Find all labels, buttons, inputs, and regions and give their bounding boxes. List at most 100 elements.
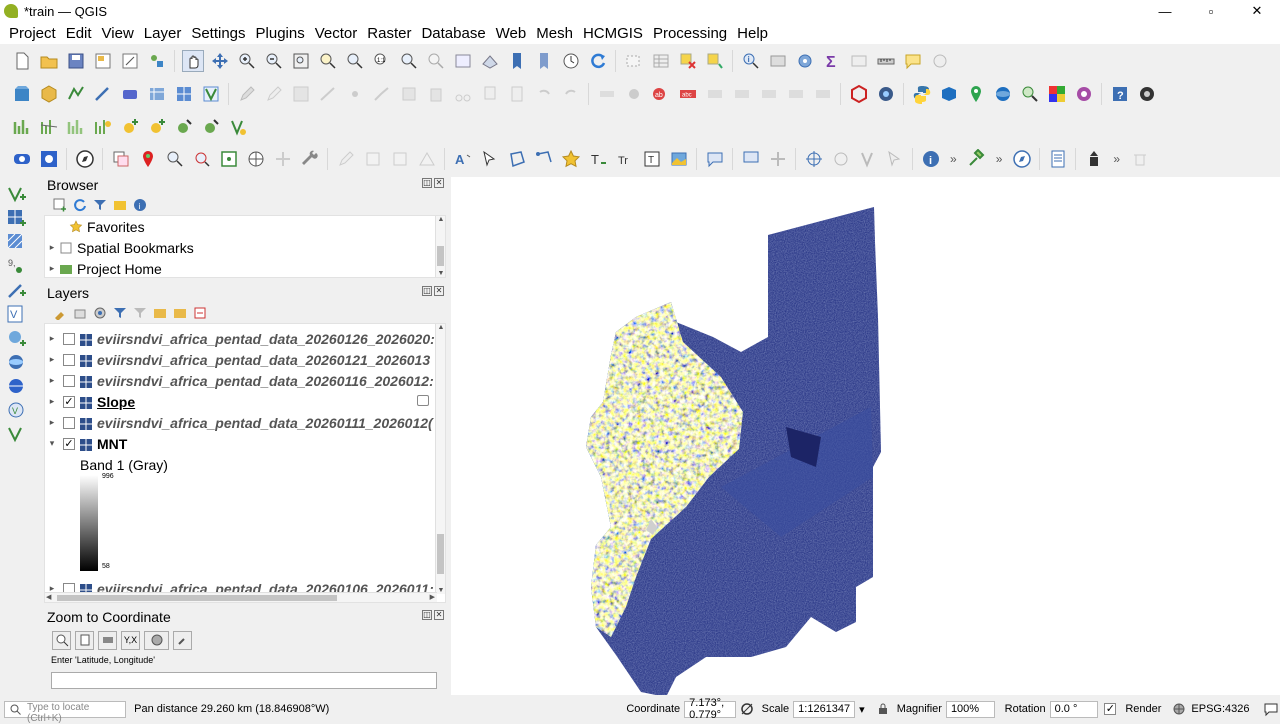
add-virtual-layer-icon[interactable]: V — [5, 303, 27, 324]
browser-favorites[interactable]: Favorites — [45, 216, 445, 237]
tool-hammer-icon[interactable] — [965, 148, 987, 170]
deselect-icon[interactable] — [677, 50, 699, 72]
zoom-box-icon[interactable] — [191, 148, 213, 170]
toolbox-icon[interactable] — [767, 50, 789, 72]
map-canvas[interactable] — [451, 177, 1280, 695]
add-ring-icon[interactable] — [362, 148, 384, 170]
zoom-out-icon[interactable] — [263, 50, 285, 72]
style-manager-icon[interactable] — [146, 50, 168, 72]
text-transform-icon[interactable]: Tr — [614, 148, 636, 170]
annotation-tool-icon[interactable] — [704, 148, 726, 170]
show-bookmarks-icon[interactable] — [533, 50, 555, 72]
label-pin-icon[interactable] — [623, 83, 645, 105]
layer-row[interactable]: ▸ eviirsndvi_africa_pentad_data_20260121… — [45, 349, 445, 370]
attribute-table-icon[interactable] — [650, 50, 672, 72]
expand-arrow-icon[interactable]: ▸ — [45, 375, 59, 386]
disabled-tool-icon[interactable] — [1129, 148, 1151, 170]
digitize-line-icon[interactable] — [317, 83, 339, 105]
zoom-to-layer-icon[interactable] — [344, 50, 366, 72]
menu-edit[interactable]: Edit — [61, 25, 97, 42]
zoom-to-selection-icon[interactable] — [317, 50, 339, 72]
zoom-last-icon[interactable] — [398, 50, 420, 72]
data-source-manager-icon[interactable] — [11, 83, 33, 105]
expand-arrow-icon[interactable]: ▸ — [45, 333, 59, 344]
layer-visibility-checkbox[interactable]: ✓ — [63, 437, 75, 450]
chart-tool-icon[interactable] — [92, 116, 114, 138]
menu-settings[interactable]: Settings — [186, 25, 250, 42]
paste-features-icon[interactable] — [506, 83, 528, 105]
plugin-grid-icon[interactable] — [38, 148, 60, 170]
magnifier-field[interactable]: 100% — [945, 700, 995, 718]
scale-field[interactable]: 1:1261347 — [793, 700, 856, 718]
close-panel-button[interactable]: ✕ — [434, 610, 444, 620]
minimize-button[interactable]: — — [1142, 0, 1188, 22]
save-project-icon[interactable] — [65, 50, 87, 72]
add-mesh-layer-icon[interactable] — [5, 231, 27, 252]
scale-dropdown-icon[interactable]: ▾ — [859, 703, 865, 716]
point-move-icon[interactable] — [200, 116, 222, 138]
vertex-add-icon[interactable] — [227, 116, 249, 138]
copy-layer-icon[interactable] — [110, 148, 132, 170]
collapse-all-layers-icon[interactable] — [172, 305, 188, 321]
upload-icon[interactable] — [1083, 148, 1105, 170]
layers-hscrollbar[interactable]: ◀ ▶ — [45, 592, 437, 602]
add-vector-icon[interactable] — [200, 83, 222, 105]
more-tools-2-icon[interactable]: » — [996, 152, 1003, 166]
new-print-layout-icon[interactable] — [92, 50, 114, 72]
digitize-poly-icon[interactable] — [335, 148, 357, 170]
browser-scrollbar[interactable]: ▲ ▼ — [435, 216, 445, 277]
messages-icon[interactable] — [1264, 702, 1278, 717]
image-tool-icon[interactable] — [668, 148, 690, 170]
profile-icon[interactable] — [65, 116, 87, 138]
new-3d-view-icon[interactable] — [479, 50, 501, 72]
snap-icon[interactable] — [767, 148, 789, 170]
zoom-full-icon[interactable] — [290, 50, 312, 72]
metasearch-icon[interactable] — [938, 83, 960, 105]
map-tips-icon[interactable] — [902, 50, 924, 72]
layer-indicator-icon[interactable] — [417, 395, 429, 406]
decorations-icon[interactable] — [929, 50, 951, 72]
menu-vector[interactable]: Vector — [310, 25, 363, 42]
coordinate-capture-icon[interactable] — [272, 148, 294, 170]
add-raster-icon[interactable] — [173, 83, 195, 105]
bookmark-add-icon[interactable] — [506, 50, 528, 72]
redo-icon[interactable] — [560, 83, 582, 105]
new-shapefile-icon[interactable] — [65, 83, 87, 105]
swap-yx-icon[interactable]: Y,X — [121, 630, 140, 650]
zoom-in-icon[interactable] — [236, 50, 258, 72]
menu-plugins[interactable]: Plugins — [251, 25, 310, 42]
menu-processing[interactable]: Processing — [648, 25, 732, 42]
menu-view[interactable]: View — [97, 25, 139, 42]
layout-manager-icon[interactable] — [119, 50, 141, 72]
identify-icon[interactable]: i — [740, 50, 762, 72]
node-tool-icon[interactable] — [533, 148, 555, 170]
earth-engine-icon[interactable] — [992, 83, 1014, 105]
statistics-icon[interactable]: Σ — [821, 50, 843, 72]
polygon-edit-icon[interactable] — [506, 148, 528, 170]
undo-icon[interactable] — [533, 83, 555, 105]
new-vector-layer-icon[interactable] — [5, 423, 27, 444]
new-project-icon[interactable] — [11, 50, 33, 72]
coordinate-input[interactable] — [51, 672, 437, 689]
more-tools-icon[interactable]: » — [950, 152, 957, 166]
float-panel-button[interactable]: ◫ — [422, 286, 432, 296]
extent-tool-icon[interactable] — [218, 148, 240, 170]
map-pin-icon[interactable] — [965, 83, 987, 105]
add-selected-icon[interactable] — [52, 197, 68, 213]
layer-visibility-checkbox[interactable] — [63, 374, 75, 387]
layer-row[interactable]: ▸ eviirsndvi_africa_pentad_data_20260116… — [45, 370, 445, 391]
copy-features-icon[interactable] — [479, 83, 501, 105]
menu-hcmgis[interactable]: HCMGIS — [578, 25, 648, 42]
expand-arrow-icon[interactable]: ▸ — [45, 242, 59, 253]
colorful-plugin-icon[interactable] — [1046, 83, 1068, 105]
toggle-extents-icon[interactable] — [740, 702, 754, 716]
zoom-coordinate-icon[interactable] — [52, 630, 71, 650]
label-toolbar-icon[interactable] — [596, 83, 618, 105]
locator-search[interactable]: Type to locate (Ctrl+K) — [4, 700, 127, 724]
pointer-icon[interactable] — [884, 148, 906, 170]
expand-arrow-icon[interactable]: ▸ — [45, 354, 59, 365]
expand-all-icon[interactable] — [152, 305, 168, 321]
split-features-icon[interactable] — [389, 148, 411, 170]
star-tool-icon[interactable] — [560, 148, 582, 170]
delete-selected-icon[interactable] — [425, 83, 447, 105]
